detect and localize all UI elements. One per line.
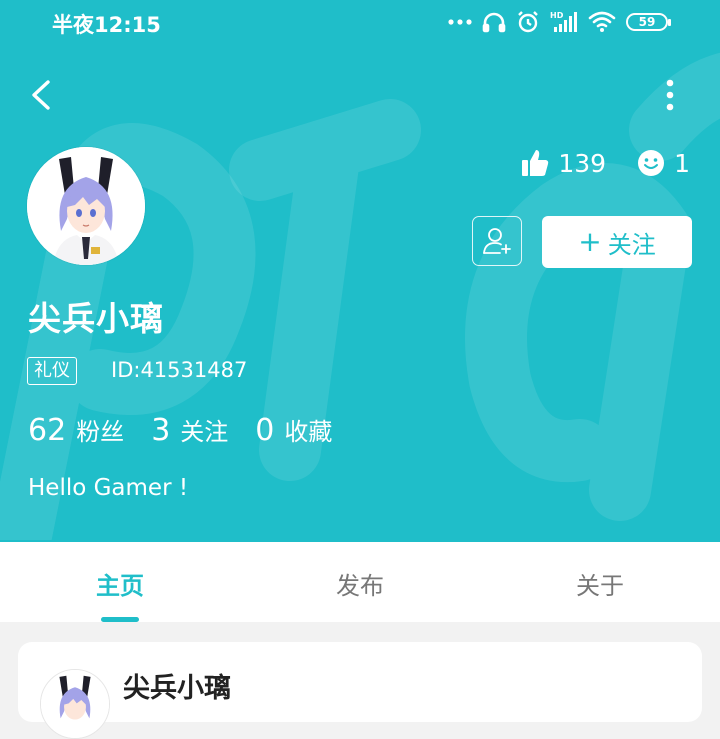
profile-counts: 62 粉丝 3 关注 0 收藏 xyxy=(28,412,359,448)
likes-count: 139 xyxy=(558,148,607,178)
profile-header: 半夜12:15 HD 59 139 1 + 关注 尖兵小璃 礼仪 ID:4153… xyxy=(0,0,720,542)
add-user-icon xyxy=(483,228,511,254)
smiley-icon xyxy=(638,150,665,176)
status-icons: HD 59 xyxy=(448,8,671,36)
tab-home[interactable]: 主页 xyxy=(60,566,180,601)
wifi-icon xyxy=(588,11,616,32)
favorites-label[interactable]: 收藏 xyxy=(284,412,332,447)
svg-text:HD: HD xyxy=(550,11,564,20)
profile-avatar[interactable] xyxy=(27,147,145,265)
follow-button[interactable]: + 关注 xyxy=(542,216,692,268)
tab-posts[interactable]: 发布 xyxy=(300,566,420,601)
post-author-avatar[interactable] xyxy=(40,669,110,739)
battery-icon: 59 xyxy=(626,13,671,31)
following-count[interactable]: 3 xyxy=(151,413,170,448)
headphones-icon xyxy=(482,12,506,33)
back-arrow-icon[interactable] xyxy=(24,74,64,116)
favorites-count[interactable]: 0 xyxy=(255,413,274,448)
anime-character-avatar xyxy=(41,670,109,738)
profile-reactions: 139 1 xyxy=(520,148,690,178)
alarm-icon xyxy=(518,11,538,33)
profile-username: 尖兵小璃 xyxy=(28,299,164,338)
title-badge: 礼仪 xyxy=(27,357,77,385)
following-label[interactable]: 关注 xyxy=(180,412,228,447)
profile-user-id: ID:41531487 xyxy=(111,358,248,382)
status-bar: 半夜12:15 HD 59 xyxy=(0,0,720,44)
brand-watermark xyxy=(0,52,720,540)
fans-label[interactable]: 粉丝 xyxy=(76,412,124,447)
fans-count[interactable]: 62 xyxy=(28,413,66,448)
status-time: 半夜12:15 xyxy=(52,13,161,37)
profile-bio: Hello Gamer ! xyxy=(28,475,189,501)
active-tab-indicator xyxy=(101,617,139,622)
follow-button-label: 关注 xyxy=(607,230,656,259)
post-card[interactable]: 尖兵小璃 xyxy=(18,642,702,739)
plus-icon: + xyxy=(578,225,602,258)
anime-character-avatar xyxy=(27,147,145,265)
more-dots-icon xyxy=(448,19,472,25)
thumbs-up-icon xyxy=(522,150,549,176)
likes-stat[interactable]: 139 xyxy=(520,148,606,178)
add-friend-button[interactable] xyxy=(472,216,522,266)
tab-about[interactable]: 关于 xyxy=(540,566,660,601)
post-author-name[interactable]: 尖兵小璃 xyxy=(123,666,231,705)
more-options-icon[interactable] xyxy=(654,74,686,116)
hd-signal-icon: HD xyxy=(550,11,577,32)
emote-stat[interactable]: 1 xyxy=(636,148,690,178)
profile-tabs: 主页 发布 关于 xyxy=(0,542,720,622)
emote-count: 1 xyxy=(674,148,690,178)
